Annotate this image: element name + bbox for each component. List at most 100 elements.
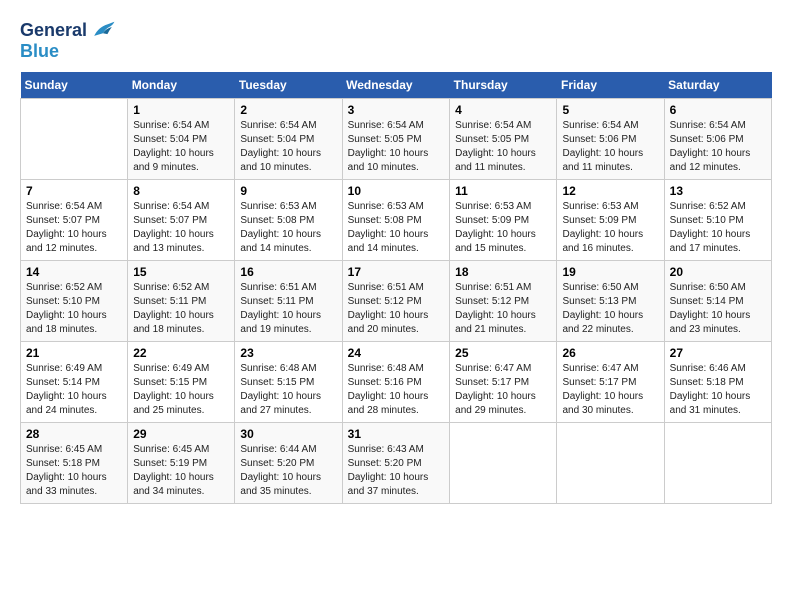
- day-info: Sunrise: 6:45 AM Sunset: 5:19 PM Dayligh…: [133, 443, 229, 499]
- day-info: Sunrise: 6:53 AM Sunset: 5:08 PM Dayligh…: [240, 200, 336, 256]
- day-number: 30: [240, 427, 336, 441]
- day-info: Sunrise: 6:54 AM Sunset: 5:06 PM Dayligh…: [670, 119, 766, 175]
- calendar-cell: 9Sunrise: 6:53 AM Sunset: 5:08 PM Daylig…: [235, 179, 342, 260]
- day-info: Sunrise: 6:50 AM Sunset: 5:13 PM Dayligh…: [562, 281, 658, 337]
- day-number: 4: [455, 103, 551, 117]
- calendar-cell: 7 Sunrise: 6:54 AM Sunset: 5:07 PM Daylig…: [21, 179, 128, 260]
- day-number: 14: [26, 265, 122, 279]
- calendar-week-row: 1 Sunrise: 6:54 AM Sunset: 5:04 PM Daylig…: [21, 98, 772, 179]
- day-info: Sunrise: 6:50 AM Sunset: 5:14 PM Dayligh…: [670, 281, 766, 337]
- calendar-cell: 19 Sunrise: 6:50 AM Sunset: 5:13 PM Dayli…: [557, 260, 664, 341]
- day-info: Sunrise: 6:53 AM Sunset: 5:09 PM Dayligh…: [455, 200, 551, 256]
- calendar-cell: 20 Sunrise: 6:50 AM Sunset: 5:14 PM Dayli…: [664, 260, 771, 341]
- day-number: 21: [26, 346, 122, 360]
- calendar-cell: 13 Sunrise: 6:52 AM Sunset: 5:10 PM Dayli…: [664, 179, 771, 260]
- day-info: Sunrise: 6:44 AM Sunset: 5:20 PM Dayligh…: [240, 443, 336, 499]
- day-info: Sunrise: 6:52 AM Sunset: 5:11 PM Dayligh…: [133, 281, 229, 337]
- day-info: Sunrise: 6:53 AM Sunset: 5:08 PM Dayligh…: [348, 200, 445, 256]
- page-header: GeneralBlue: [20, 20, 772, 62]
- day-info: Sunrise: 6:54 AM Sunset: 5:07 PM Dayligh…: [26, 200, 122, 256]
- day-info: Sunrise: 6:54 AM Sunset: 5:05 PM Dayligh…: [348, 119, 445, 175]
- calendar-cell: 17Sunrise: 6:51 AM Sunset: 5:12 PM Dayli…: [342, 260, 450, 341]
- calendar-cell: 15 Sunrise: 6:52 AM Sunset: 5:11 PM Dayli…: [128, 260, 235, 341]
- day-number: 20: [670, 265, 766, 279]
- day-number: 6: [670, 103, 766, 117]
- day-number: 23: [240, 346, 336, 360]
- logo: GeneralBlue: [20, 20, 117, 62]
- calendar-cell: [450, 422, 557, 503]
- calendar-cell: 22 Sunrise: 6:49 AM Sunset: 5:15 PM Dayli…: [128, 341, 235, 422]
- calendar-cell: [557, 422, 664, 503]
- calendar-header-wednesday: Wednesday: [342, 72, 450, 99]
- day-number: 24: [348, 346, 445, 360]
- calendar-cell: 1 Sunrise: 6:54 AM Sunset: 5:04 PM Daylig…: [128, 98, 235, 179]
- calendar-table: SundayMondayTuesdayWednesdayThursdayFrid…: [20, 72, 772, 504]
- day-info: Sunrise: 6:49 AM Sunset: 5:14 PM Dayligh…: [26, 362, 122, 418]
- day-number: 27: [670, 346, 766, 360]
- calendar-cell: 24 Sunrise: 6:48 AM Sunset: 5:16 PM Dayli…: [342, 341, 450, 422]
- day-number: 5: [562, 103, 658, 117]
- calendar-cell: 29 Sunrise: 6:45 AM Sunset: 5:19 PM Dayli…: [128, 422, 235, 503]
- day-info: Sunrise: 6:53 AM Sunset: 5:09 PM Dayligh…: [562, 200, 658, 256]
- calendar-cell: 16Sunrise: 6:51 AM Sunset: 5:11 PM Dayli…: [235, 260, 342, 341]
- calendar-header-sunday: Sunday: [21, 72, 128, 99]
- day-number: 11: [455, 184, 551, 198]
- day-number: 25: [455, 346, 551, 360]
- calendar-cell: 30 Sunrise: 6:44 AM Sunset: 5:20 PM Dayli…: [235, 422, 342, 503]
- calendar-cell: 6 Sunrise: 6:54 AM Sunset: 5:06 PM Daylig…: [664, 98, 771, 179]
- day-number: 18: [455, 265, 551, 279]
- calendar-header-saturday: Saturday: [664, 72, 771, 99]
- day-number: 31: [348, 427, 445, 441]
- calendar-cell: [664, 422, 771, 503]
- day-number: 22: [133, 346, 229, 360]
- day-info: Sunrise: 6:47 AM Sunset: 5:17 PM Dayligh…: [455, 362, 551, 418]
- day-info: Sunrise: 6:54 AM Sunset: 5:04 PM Dayligh…: [133, 119, 229, 175]
- calendar-header-tuesday: Tuesday: [235, 72, 342, 99]
- day-number: 3: [348, 103, 445, 117]
- day-info: Sunrise: 6:48 AM Sunset: 5:15 PM Dayligh…: [240, 362, 336, 418]
- day-info: Sunrise: 6:51 AM Sunset: 5:12 PM Dayligh…: [455, 281, 551, 337]
- day-info: Sunrise: 6:46 AM Sunset: 5:18 PM Dayligh…: [670, 362, 766, 418]
- day-number: 26: [562, 346, 658, 360]
- day-number: 2: [240, 103, 336, 117]
- calendar-cell: 25 Sunrise: 6:47 AM Sunset: 5:17 PM Dayli…: [450, 341, 557, 422]
- day-info: Sunrise: 6:47 AM Sunset: 5:17 PM Dayligh…: [562, 362, 658, 418]
- day-info: Sunrise: 6:52 AM Sunset: 5:10 PM Dayligh…: [670, 200, 766, 256]
- calendar-cell: 10Sunrise: 6:53 AM Sunset: 5:08 PM Dayli…: [342, 179, 450, 260]
- calendar-cell: 11 Sunrise: 6:53 AM Sunset: 5:09 PM Dayli…: [450, 179, 557, 260]
- calendar-header-monday: Monday: [128, 72, 235, 99]
- day-number: 28: [26, 427, 122, 441]
- calendar-cell: 14 Sunrise: 6:52 AM Sunset: 5:10 PM Dayli…: [21, 260, 128, 341]
- day-number: 15: [133, 265, 229, 279]
- calendar-week-row: 28 Sunrise: 6:45 AM Sunset: 5:18 PM Dayli…: [21, 422, 772, 503]
- day-info: Sunrise: 6:48 AM Sunset: 5:16 PM Dayligh…: [348, 362, 445, 418]
- day-info: Sunrise: 6:45 AM Sunset: 5:18 PM Dayligh…: [26, 443, 122, 499]
- calendar-week-row: 21 Sunrise: 6:49 AM Sunset: 5:14 PM Dayli…: [21, 341, 772, 422]
- calendar-cell: 12 Sunrise: 6:53 AM Sunset: 5:09 PM Dayli…: [557, 179, 664, 260]
- day-number: 13: [670, 184, 766, 198]
- day-number: 7: [26, 184, 122, 198]
- day-number: 1: [133, 103, 229, 117]
- calendar-cell: 8Sunrise: 6:54 AM Sunset: 5:07 PM Daylig…: [128, 179, 235, 260]
- day-info: Sunrise: 6:49 AM Sunset: 5:15 PM Dayligh…: [133, 362, 229, 418]
- calendar-week-row: 7 Sunrise: 6:54 AM Sunset: 5:07 PM Daylig…: [21, 179, 772, 260]
- calendar-cell: 5Sunrise: 6:54 AM Sunset: 5:06 PM Daylig…: [557, 98, 664, 179]
- day-number: 19: [562, 265, 658, 279]
- calendar-cell: 21 Sunrise: 6:49 AM Sunset: 5:14 PM Dayli…: [21, 341, 128, 422]
- logo-text: GeneralBlue: [20, 20, 117, 62]
- day-info: Sunrise: 6:43 AM Sunset: 5:20 PM Dayligh…: [348, 443, 445, 499]
- calendar-cell: 31 Sunrise: 6:43 AM Sunset: 5:20 PM Dayli…: [342, 422, 450, 503]
- day-number: 12: [562, 184, 658, 198]
- calendar-cell: 4Sunrise: 6:54 AM Sunset: 5:05 PM Daylig…: [450, 98, 557, 179]
- day-number: 29: [133, 427, 229, 441]
- calendar-cell: 23 Sunrise: 6:48 AM Sunset: 5:15 PM Dayli…: [235, 341, 342, 422]
- calendar-cell: 3 Sunrise: 6:54 AM Sunset: 5:05 PM Daylig…: [342, 98, 450, 179]
- day-info: Sunrise: 6:51 AM Sunset: 5:11 PM Dayligh…: [240, 281, 336, 337]
- calendar-cell: 28 Sunrise: 6:45 AM Sunset: 5:18 PM Dayli…: [21, 422, 128, 503]
- calendar-header-thursday: Thursday: [450, 72, 557, 99]
- day-number: 17: [348, 265, 445, 279]
- calendar-cell: 2Sunrise: 6:54 AM Sunset: 5:04 PM Daylig…: [235, 98, 342, 179]
- calendar-header-row: SundayMondayTuesdayWednesdayThursdayFrid…: [21, 72, 772, 99]
- day-info: Sunrise: 6:52 AM Sunset: 5:10 PM Dayligh…: [26, 281, 122, 337]
- calendar-cell: 18 Sunrise: 6:51 AM Sunset: 5:12 PM Dayli…: [450, 260, 557, 341]
